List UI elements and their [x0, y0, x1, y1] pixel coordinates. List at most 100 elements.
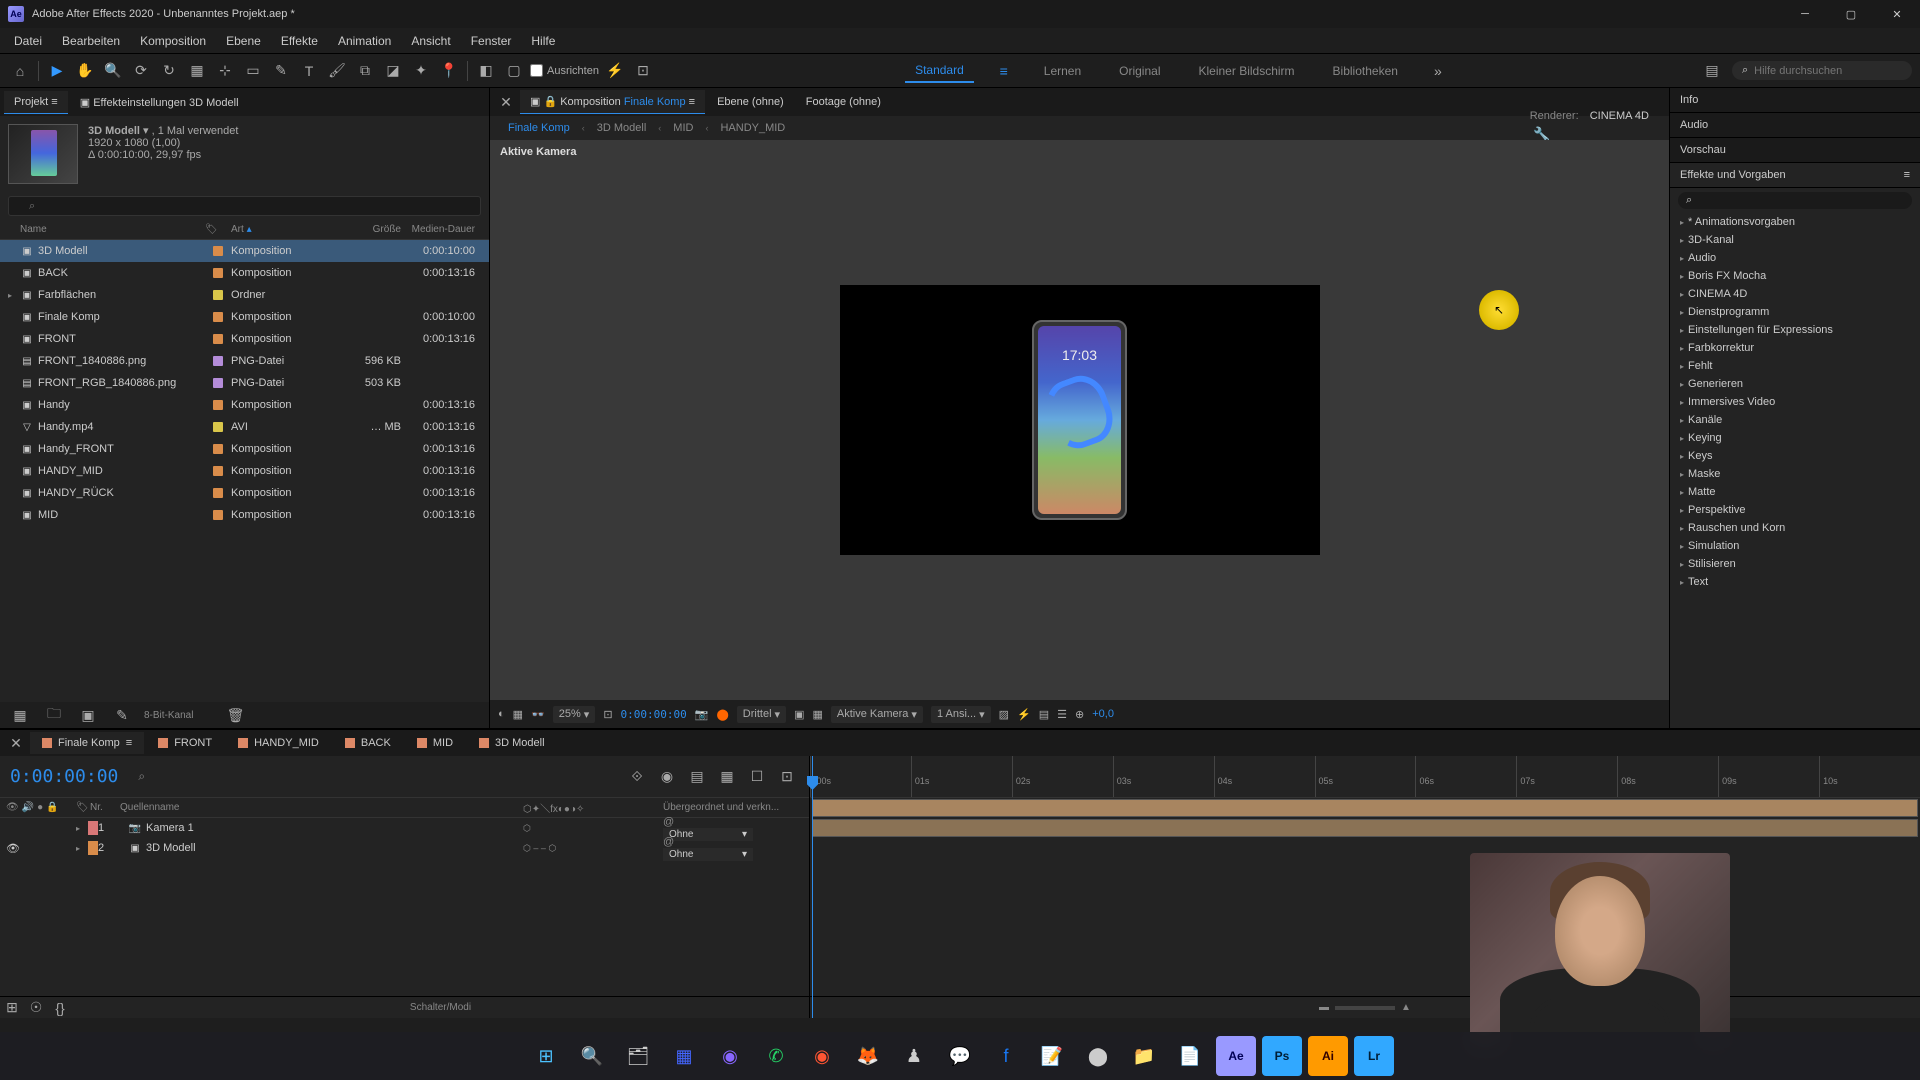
menu-bearbeiten[interactable]: Bearbeiten: [52, 30, 130, 52]
effect-category[interactable]: Einstellungen für Expressions: [1670, 321, 1920, 339]
rotate-tool[interactable]: ↻: [157, 59, 181, 83]
label-col-icon[interactable]: 🏷: [76, 802, 90, 813]
menu-animation[interactable]: Animation: [328, 30, 401, 52]
time-ruler[interactable]: :00s01s02s03s04s05s06s07s08s09s10s: [810, 756, 1920, 798]
effect-category[interactable]: Generieren: [1670, 375, 1920, 393]
views-select[interactable]: 1 Ansi... ▾: [931, 706, 991, 723]
eraser-tool[interactable]: ◪: [381, 59, 405, 83]
task-messenger[interactable]: 💬: [940, 1036, 980, 1076]
tab-effect-controls[interactable]: ▣ Effekteinstellungen 3D Modell: [70, 91, 249, 114]
transparency-icon[interactable]: ▦: [812, 708, 822, 721]
menu-fenster[interactable]: Fenster: [461, 30, 522, 52]
workspace-standard[interactable]: Standard: [905, 59, 974, 83]
tl-toggle-2[interactable]: ☉: [24, 996, 48, 1020]
snap-toggle[interactable]: Ausrichten: [530, 64, 599, 77]
home-icon[interactable]: ⌂: [8, 59, 32, 83]
pen-tool[interactable]: ✎: [269, 59, 293, 83]
tl-tab-finale[interactable]: Finale Komp ≡: [30, 732, 144, 754]
col-source[interactable]: Quellenname: [120, 802, 523, 813]
project-item[interactable]: ▣HandyKomposition0:00:13:16: [0, 394, 489, 416]
effect-category[interactable]: Matte: [1670, 483, 1920, 501]
help-search[interactable]: ⌕: [1732, 61, 1912, 80]
zoom-select[interactable]: 25% ▾: [553, 706, 596, 723]
solo-icon[interactable]: ●: [37, 802, 43, 813]
effect-category[interactable]: * Animationsvorgaben: [1670, 213, 1920, 231]
project-item[interactable]: ▽Handy.mp4AVI… MB0:00:13:16: [0, 416, 489, 438]
menu-hilfe[interactable]: Hilfe: [521, 30, 565, 52]
effect-category[interactable]: Keys: [1670, 447, 1920, 465]
visibility-icon[interactable]: 👁: [6, 802, 19, 813]
clone-tool[interactable]: ⧉: [353, 59, 377, 83]
switch-modes[interactable]: Schalter/Modi: [410, 1002, 471, 1013]
project-search-input[interactable]: [8, 196, 481, 216]
col-size[interactable]: Größe: [341, 224, 401, 235]
lock-icon[interactable]: 🔒: [46, 802, 58, 813]
task-whatsapp[interactable]: ✆: [756, 1036, 796, 1076]
col-dur[interactable]: Medien-Dauer: [401, 224, 481, 235]
workspace-menu-icon[interactable]: ≡: [992, 59, 1016, 83]
task-obs[interactable]: ⬤: [1078, 1036, 1118, 1076]
tab-footage[interactable]: Footage (ohne): [796, 91, 891, 113]
effect-category[interactable]: Simulation: [1670, 537, 1920, 555]
task-explorer[interactable]: 🗂: [618, 1036, 658, 1076]
tl-shy-icon[interactable]: ⟐: [625, 765, 649, 789]
task-start[interactable]: ⊞: [526, 1036, 566, 1076]
project-item[interactable]: ▣FRONTKomposition0:00:13:16: [0, 328, 489, 350]
res-select[interactable]: Drittel ▾: [737, 706, 786, 723]
effect-category[interactable]: Audio: [1670, 249, 1920, 267]
comp-close-icon[interactable]: ✕: [494, 90, 518, 114]
project-item[interactable]: ▣HANDY_MIDKomposition0:00:13:16: [0, 460, 489, 482]
trash-icon[interactable]: 🗑: [223, 703, 247, 727]
workspace-lernen[interactable]: Lernen: [1034, 60, 1091, 82]
project-item[interactable]: ▸▣FarbflächenOrdner: [0, 284, 489, 306]
crumb-handymid[interactable]: HANDY_MID: [714, 120, 791, 136]
effect-category[interactable]: Kanäle: [1670, 411, 1920, 429]
camera-tool[interactable]: ▦: [185, 59, 209, 83]
task-aftereffects[interactable]: Ae: [1216, 1036, 1256, 1076]
bit-depth[interactable]: 8-Bit-Kanal: [144, 710, 193, 721]
effect-category[interactable]: Text: [1670, 573, 1920, 591]
tl-draft-icon[interactable]: ☐: [745, 765, 769, 789]
camera-select[interactable]: Aktive Kamera ▾: [831, 706, 923, 723]
exposure-reset-icon[interactable]: ⊕: [1075, 708, 1084, 721]
menu-effekte[interactable]: Effekte: [271, 30, 328, 52]
col-parent[interactable]: Übergeordnet und verkn...: [663, 802, 803, 813]
tl-toggle-1[interactable]: ⊞: [0, 996, 24, 1020]
new-folder-icon[interactable]: 🗀: [42, 703, 66, 727]
grid-icon[interactable]: ▦: [513, 708, 523, 721]
effect-category[interactable]: Fehlt: [1670, 357, 1920, 375]
exposure-value[interactable]: +0,0: [1092, 708, 1114, 720]
panel-info[interactable]: Info: [1670, 88, 1920, 113]
snapshot-icon[interactable]: 📷: [695, 708, 709, 721]
timeline-icon[interactable]: ▤: [1039, 708, 1049, 721]
puppet-tool[interactable]: 📍: [437, 59, 461, 83]
project-item[interactable]: ▣Handy_FRONTKomposition0:00:13:16: [0, 438, 489, 460]
brush-tool[interactable]: 🖌: [325, 59, 349, 83]
tl-fx-icon[interactable]: ⊡: [775, 765, 799, 789]
pan-behind-tool[interactable]: ⊹: [213, 59, 237, 83]
crumb-mid[interactable]: MID: [667, 120, 699, 136]
panel-toggle-icon[interactable]: ▤: [1700, 59, 1724, 83]
roto-tool[interactable]: ✦: [409, 59, 433, 83]
task-search[interactable]: 🔍: [572, 1036, 612, 1076]
tl-close-icon[interactable]: ✕: [4, 731, 28, 755]
timecode-display[interactable]: 0:00:00:00: [621, 708, 687, 721]
interpret-icon[interactable]: ▦: [8, 703, 32, 727]
playhead[interactable]: [812, 756, 813, 1018]
tl-tab-back[interactable]: BACK: [333, 732, 403, 754]
project-item[interactable]: ▤FRONT_1840886.pngPNG-Datei596 KB: [0, 350, 489, 372]
tl-3d-icon[interactable]: ▦: [715, 765, 739, 789]
channels-icon[interactable]: ⬤: [716, 708, 728, 721]
effect-category[interactable]: Maske: [1670, 465, 1920, 483]
task-illustrator[interactable]: Ai: [1308, 1036, 1348, 1076]
zoom-slider[interactable]: [1335, 1006, 1395, 1010]
tl-toggle-3[interactable]: {}: [48, 996, 72, 1020]
new-comp-icon[interactable]: ▣: [76, 703, 100, 727]
timeline-layer[interactable]: 👁▸2▣3D Modell⬡ – – ⬡@ Ohne ▾: [0, 838, 809, 858]
task-notes[interactable]: 📝: [1032, 1036, 1072, 1076]
task-app4[interactable]: ♟: [894, 1036, 934, 1076]
task-folder[interactable]: 📁: [1124, 1036, 1164, 1076]
task-notepad[interactable]: 📄: [1170, 1036, 1210, 1076]
task-firefox[interactable]: 🦊: [848, 1036, 888, 1076]
zoom-tool[interactable]: 🔍: [101, 59, 125, 83]
